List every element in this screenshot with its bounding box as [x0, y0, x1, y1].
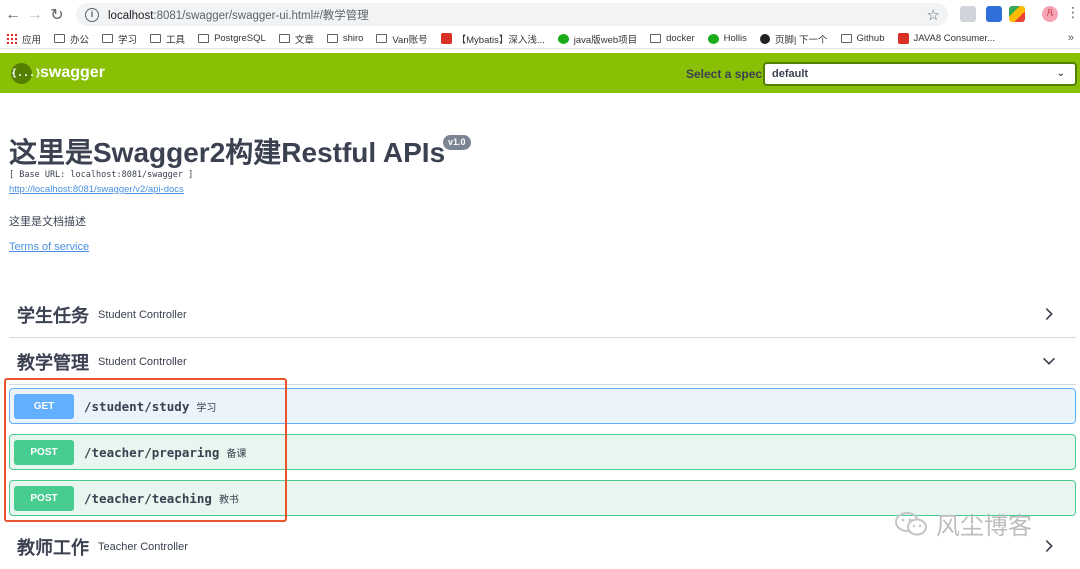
swagger-logo-icon: {...}	[11, 63, 41, 84]
browser-toolbar: ← → ↻ i localhost:8081/swagger/swagger-u…	[0, 0, 1080, 29]
bookmark-link[interactable]: java版web项目	[557, 32, 637, 46]
wechat-icon	[895, 511, 927, 535]
site-favicon-icon	[897, 33, 909, 44]
swagger-topbar: {...} swagger Select a spec default ⌄	[0, 53, 1080, 93]
url-text: localhost:8081/swagger/swagger-ui.html#/…	[108, 9, 369, 22]
bookmark-folder[interactable]: shiro	[326, 33, 363, 44]
more-bookmarks-icon[interactable]: »	[1068, 32, 1074, 44]
chevron-right-icon[interactable]	[1040, 537, 1058, 555]
version-badge: v1.0	[443, 135, 471, 150]
forward-arrow-icon[interactable]: →	[24, 4, 46, 26]
terms-of-service-link[interactable]: Terms of service	[9, 241, 89, 253]
bookmark-apps[interactable]: 应用	[6, 32, 41, 46]
bookmark-folder[interactable]: docker	[650, 33, 695, 44]
bookmark-link[interactable]: Hollis	[707, 33, 747, 44]
tag-name: 教师工作	[17, 537, 89, 558]
bookmark-link[interactable]: 页脚| 下一个	[759, 32, 828, 46]
site-favicon-icon	[759, 33, 770, 44]
api-docs-link[interactable]: http://localhost:8081/swagger/v2/api-doc…	[9, 184, 184, 195]
api-description: 这里是文档描述	[9, 216, 86, 228]
tag-description: Student Controller	[98, 308, 187, 321]
menu-kebab-icon[interactable]: ⋮	[1066, 4, 1080, 21]
bookmark-folder[interactable]: 文章	[278, 32, 314, 46]
folder-icon	[102, 34, 114, 43]
folder-icon	[150, 34, 162, 43]
bookmarks-bar: 应用 办公 学习 工具 PostgreSQL 文章 shiro Van账号 【M…	[0, 29, 1080, 49]
spec-label: Select a spec	[686, 67, 763, 81]
site-info-icon[interactable]: i	[85, 7, 99, 22]
watermark-text: 风尘博客	[936, 513, 1032, 540]
tag-description: Student Controller	[98, 355, 187, 368]
bookmark-folder[interactable]: PostgreSQL	[198, 33, 266, 44]
bookmark-folder[interactable]: 办公	[54, 32, 89, 46]
bookmark-star-icon[interactable]: ☆	[927, 6, 940, 24]
site-favicon-icon	[440, 33, 452, 44]
back-arrow-icon[interactable]: ←	[2, 4, 24, 26]
extension-icon[interactable]	[986, 6, 1002, 22]
spec-select[interactable]: default ⌄	[763, 62, 1077, 86]
wechat-icon	[557, 33, 569, 44]
tag-name: 学生任务	[17, 305, 89, 326]
profile-avatar[interactable]: 凡	[1042, 6, 1058, 22]
api-title: 这里是Swagger2构建Restful APIs	[9, 137, 446, 168]
bookmark-folder[interactable]: Van账号	[376, 32, 428, 46]
bookmark-folder[interactable]: Github	[840, 33, 885, 44]
apps-grid-icon	[6, 33, 17, 44]
folder-icon	[198, 34, 210, 43]
wechat-icon	[707, 33, 719, 44]
folder-icon	[650, 34, 662, 43]
chevron-right-icon[interactable]	[1040, 305, 1058, 323]
watermark: 风尘博客	[894, 506, 1032, 541]
extension-icon[interactable]	[960, 6, 976, 22]
bookmark-folder[interactable]: 学习	[102, 32, 137, 46]
tag-description: Teacher Controller	[98, 540, 188, 553]
spec-select-value: default	[772, 68, 809, 80]
swagger-logo-text: swagger	[40, 64, 105, 81]
base-url: [ Base URL: localhost:8081/swagger ]	[9, 170, 194, 180]
folder-icon	[326, 34, 338, 43]
folder-icon	[278, 34, 290, 43]
chevron-down-icon[interactable]	[1040, 352, 1058, 370]
address-bar[interactable]: i localhost:8081/swagger/swagger-ui.html…	[76, 3, 948, 26]
extension-icon[interactable]	[1009, 6, 1025, 22]
folder-icon	[54, 34, 66, 43]
chevron-down-icon: ⌄	[1056, 68, 1065, 79]
folder-icon	[376, 34, 388, 43]
bookmark-folder[interactable]: 工具	[150, 32, 185, 46]
reload-icon[interactable]: ↻	[46, 4, 68, 26]
bookmark-link[interactable]: 【Mybatis】深入浅...	[440, 32, 545, 46]
folder-icon	[840, 34, 852, 43]
tag-section-student-task[interactable]: 学生任务 Student Controller	[9, 292, 1076, 338]
bookmark-link[interactable]: JAVA8 Consumer...	[897, 33, 995, 44]
annotation-highlight-box	[4, 378, 287, 522]
tag-name: 教学管理	[17, 352, 89, 373]
